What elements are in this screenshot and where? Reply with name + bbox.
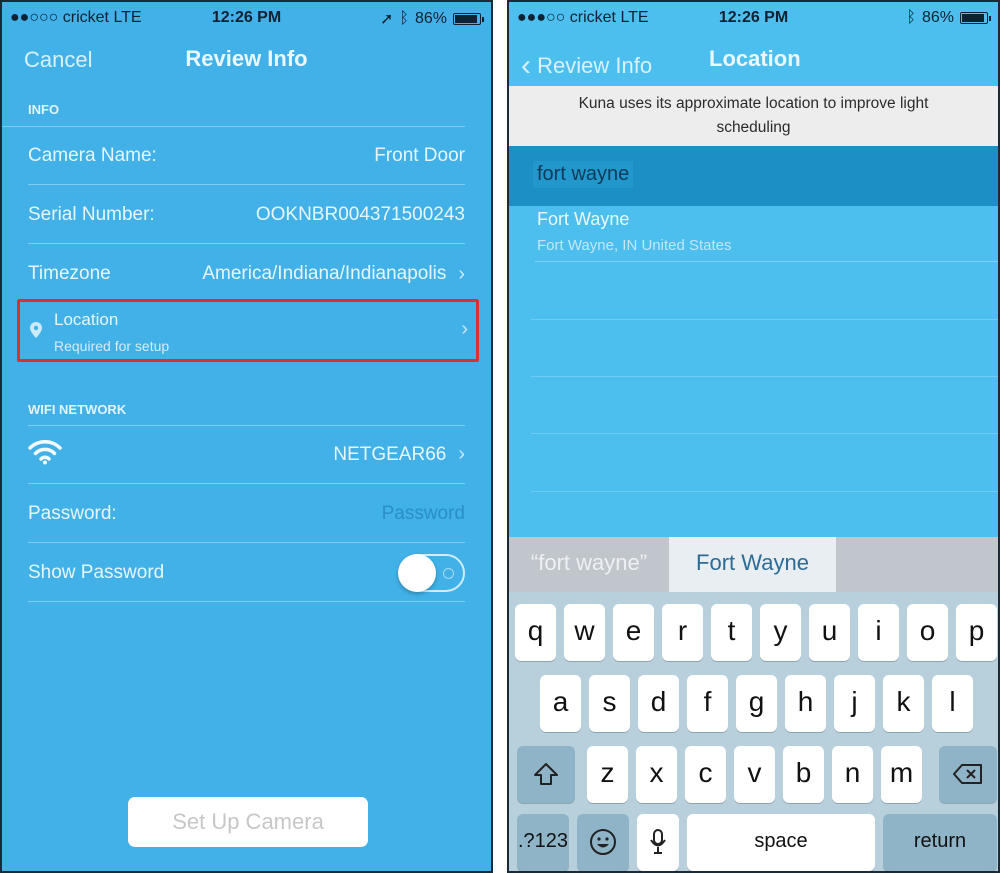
key-s[interactable]: s [589,675,630,732]
wifi-section-header: WIFI NETWORK [28,402,127,417]
key-j[interactable]: j [834,675,875,732]
backspace-key[interactable] [939,746,997,803]
suggestion-literal[interactable]: “fort wayne” [509,537,669,592]
key-b[interactable]: b [783,746,824,803]
autocorrect-bar: “fort wayne” Fort Wayne [509,537,998,592]
key-e[interactable]: e [613,604,654,661]
location-subtitle: Required for setup [54,338,170,354]
chevron-right-icon: › [458,443,465,465]
key-x[interactable]: x [636,746,677,803]
key-m[interactable]: m [881,746,922,803]
show-password-toggle[interactable] [398,553,465,592]
chevron-right-icon: › [458,262,465,285]
info-banner: Kuna uses its approximate location to im… [509,86,998,146]
toggle-off-indicator [443,567,454,579]
wifi-network-row[interactable]: NETGEAR66 › [28,426,465,484]
timezone-label: Timezone [28,263,111,284]
chevron-left-icon: ‹ [521,49,531,82]
review-info-screen: ●●○○○ cricket LTE 12:26 PM ➚ ᛒ 86% Cance… [0,0,493,873]
wifi-icon [28,439,62,471]
page-title: Review Info [185,46,308,71]
bluetooth-icon: ᛒ [906,9,916,26]
show-password-row: Show Password [28,544,465,602]
result-subtitle: Fort Wayne, IN United States [537,237,732,254]
location-search-field[interactable]: fort wayne [509,146,998,206]
chevron-right-icon: › [461,318,468,340]
page-title: Location [709,46,801,71]
key-c[interactable]: c [685,746,726,803]
key-u[interactable]: u [809,604,850,661]
key-p[interactable]: p [956,604,997,661]
divider [531,433,998,434]
key-r[interactable]: r [662,604,703,661]
key-a[interactable]: a [540,675,581,732]
key-h[interactable]: h [785,675,826,732]
location-screen: ●●●○○ cricket LTE 12:26 PM ᛒ 86% ‹ Revie… [507,0,1000,873]
set-up-camera-button[interactable]: Set Up Camera [128,797,368,847]
password-label: Password: [28,502,117,524]
key-z[interactable]: z [587,746,628,803]
location-title: Location [54,310,119,329]
password-row: Password: Password [28,485,465,543]
nav-bar: Cancel Review Info [2,34,491,86]
status-bar: ●●●○○ cricket LTE 12:26 PM ᛒ 86% [509,2,998,34]
location-row[interactable]: Location Required for setup › [17,299,479,362]
key-i[interactable]: i [858,604,899,661]
serial-number-label: Serial Number: [28,203,155,225]
key-n[interactable]: n [832,746,873,803]
key-y[interactable]: y [760,604,801,661]
key-l[interactable]: l [932,675,973,732]
serial-number-value: OOKNBR004371500243 [255,203,465,225]
back-button[interactable]: ‹ Review Info [521,47,653,82]
divider [531,319,998,320]
camera-name-value[interactable]: Front Door [374,145,465,167]
keyboard: qwertyuiop asdfghjkl zxcvbnm .?123 space… [509,592,998,871]
nav-bar: ‹ Review Info Location [509,34,998,86]
wifi-network-value: NETGEAR66 [333,443,447,465]
battery-icon [453,13,484,25]
key-t[interactable]: t [711,604,752,661]
location-arrow-icon: ➚ [379,11,394,28]
key-o[interactable]: o [907,604,948,661]
timezone-row[interactable]: Timezone America/Indiana/Indianapolis › [28,245,465,303]
serial-number-row: Serial Number: OOKNBR004371500243 [28,186,465,244]
battery-percent: 86% [414,10,447,27]
show-password-label: Show Password [28,561,165,583]
return-key[interactable]: return [883,814,997,871]
key-d[interactable]: d [638,675,679,732]
back-label: Review Info [537,53,653,78]
numbers-key[interactable]: .?123 [517,814,569,871]
toggle-knob [398,553,436,592]
bluetooth-icon: ᛒ [399,10,409,27]
result-title: Fort Wayne [537,209,630,229]
battery-icon [960,12,991,24]
divider [531,491,998,492]
shift-key[interactable] [517,746,575,803]
search-input[interactable]: fort wayne [533,161,634,188]
key-q[interactable]: q [515,604,556,661]
battery-percent: 86% [921,9,954,26]
camera-name-row[interactable]: Camera Name: Front Door [28,127,465,185]
divider [531,376,998,377]
map-pin-icon [30,322,42,343]
timezone-value: America/Indiana/Indianapolis [202,263,447,284]
key-g[interactable]: g [736,675,777,732]
info-section-header: INFO [28,102,60,117]
key-k[interactable]: k [883,675,924,732]
key-w[interactable]: w [564,604,605,661]
key-f[interactable]: f [687,675,728,732]
emoji-key[interactable] [577,814,629,871]
password-input[interactable]: Password [382,503,465,525]
microphone-key[interactable] [637,814,679,871]
suggestion-corrected[interactable]: Fort Wayne [669,537,836,592]
space-key[interactable]: space [687,814,875,871]
search-result-item[interactable]: Fort Wayne Fort Wayne, IN United States [535,207,998,262]
key-v[interactable]: v [734,746,775,803]
status-bar: ●●○○○ cricket LTE 12:26 PM ➚ ᛒ 86% [2,2,491,34]
camera-name-label: Camera Name: [28,144,157,166]
